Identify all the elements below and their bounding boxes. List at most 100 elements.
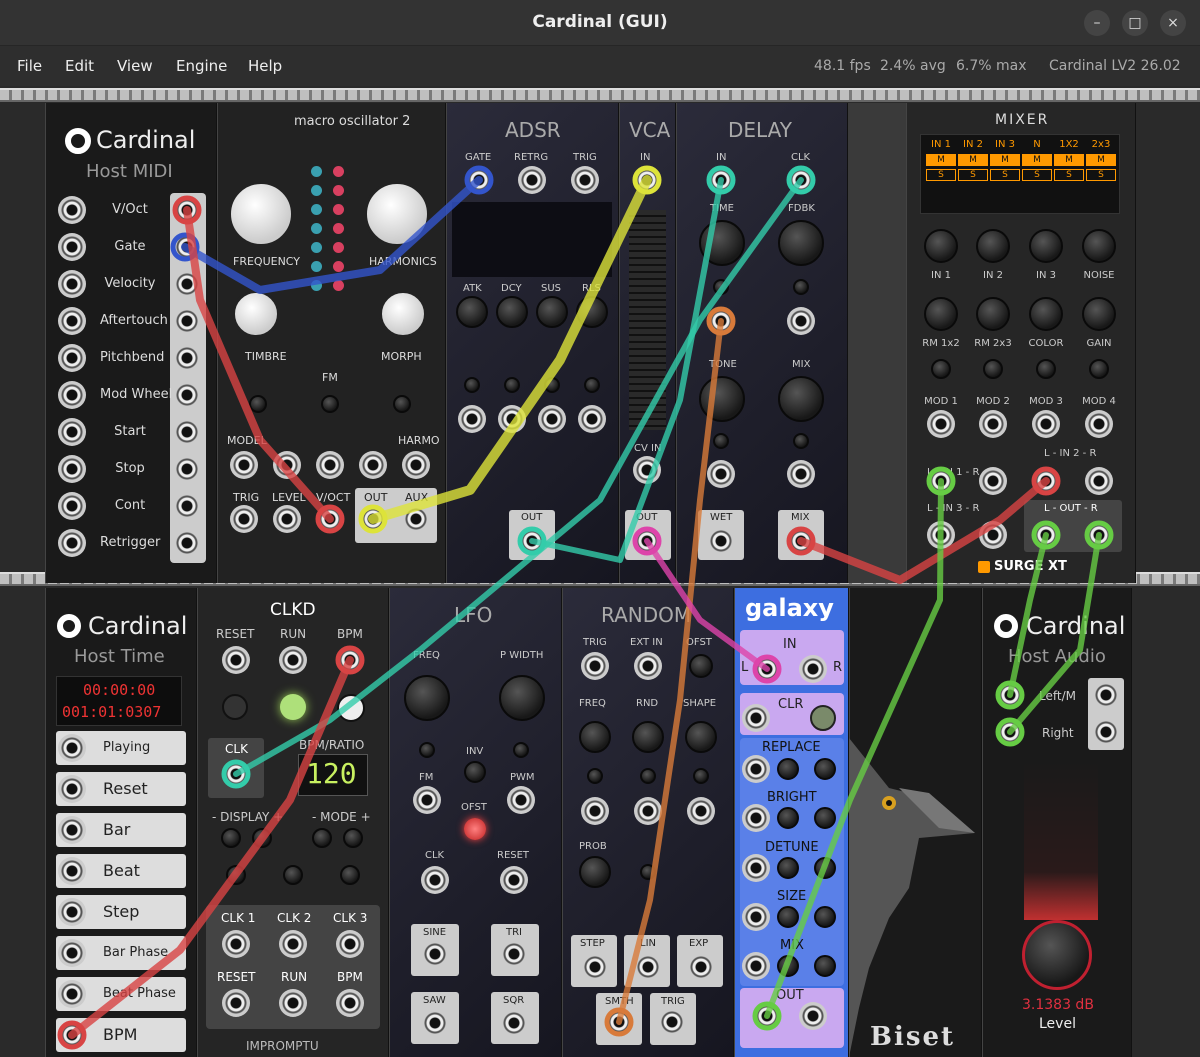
galaxy-knob[interactable] xyxy=(814,857,836,879)
midi-output-jack[interactable] xyxy=(173,270,201,298)
midi-output-jack[interactable] xyxy=(173,307,201,335)
adsr-cv-knob[interactable] xyxy=(544,377,560,393)
galaxy-knob[interactable] xyxy=(777,955,799,977)
mixer-rm-knob[interactable] xyxy=(1082,297,1116,331)
random-jack[interactable] xyxy=(687,953,715,981)
attenuverter-knob[interactable] xyxy=(249,395,267,413)
solo-button[interactable]: S xyxy=(958,169,988,181)
macro-jack[interactable] xyxy=(359,505,387,533)
clkd-knob[interactable] xyxy=(283,865,303,885)
clkd-knob[interactable] xyxy=(340,865,360,885)
random-knob[interactable] xyxy=(685,721,717,753)
midi-output-jack[interactable] xyxy=(173,418,201,446)
midi-output-jack[interactable] xyxy=(173,492,201,520)
galaxy-knob[interactable] xyxy=(777,807,799,829)
lfo-jack[interactable] xyxy=(421,866,449,894)
mixer-audio-jack[interactable] xyxy=(927,467,955,495)
random-ofst-knob[interactable] xyxy=(689,654,713,678)
adsr-gate-jack[interactable] xyxy=(465,166,493,194)
adsr-gate-jack[interactable] xyxy=(571,166,599,194)
pwidth-knob[interactable] xyxy=(499,675,545,721)
vca-in-jack[interactable] xyxy=(633,166,661,194)
time-output-jack[interactable] xyxy=(58,857,86,885)
galaxy-jack[interactable] xyxy=(742,804,770,832)
minimize-button[interactable]: – xyxy=(1084,10,1110,36)
mute-button[interactable]: M xyxy=(1054,154,1084,166)
galaxy-knob[interactable] xyxy=(814,955,836,977)
clkd-jack[interactable] xyxy=(336,646,364,674)
mod-jack[interactable] xyxy=(1085,410,1113,438)
macro-jack[interactable] xyxy=(316,451,344,479)
level-knob[interactable] xyxy=(1022,920,1092,990)
mute-button[interactable]: M xyxy=(958,154,988,166)
galaxy-jack[interactable] xyxy=(799,1002,827,1030)
galaxy-jack[interactable] xyxy=(753,655,781,683)
audio-jack[interactable] xyxy=(1092,681,1120,709)
mod-knob[interactable] xyxy=(1089,359,1109,379)
mixer-audio-jack[interactable] xyxy=(979,467,1007,495)
mixer-audio-jack[interactable] xyxy=(927,521,955,549)
mixer-level-knob[interactable] xyxy=(1082,229,1116,263)
clkd-jack[interactable] xyxy=(279,646,307,674)
midi-output-jack[interactable] xyxy=(173,381,201,409)
menu-file[interactable]: File xyxy=(17,57,42,75)
bpm-button[interactable] xyxy=(337,694,365,722)
delay-cv-knob[interactable] xyxy=(793,433,809,449)
midi-input-jack[interactable] xyxy=(58,381,86,409)
mix-knob[interactable] xyxy=(778,376,824,422)
random-jack[interactable] xyxy=(634,652,662,680)
lfo-jack[interactable] xyxy=(500,940,528,968)
morph-knob[interactable] xyxy=(379,290,427,338)
clkd-jack[interactable] xyxy=(222,760,250,788)
delay-jack[interactable] xyxy=(707,460,735,488)
random-jack[interactable] xyxy=(634,953,662,981)
random-cv-knob[interactable] xyxy=(693,768,709,784)
midi-input-jack[interactable] xyxy=(58,307,86,335)
adsr-cv-knob[interactable] xyxy=(464,377,480,393)
galaxy-jack[interactable] xyxy=(753,1002,781,1030)
midi-output-jack[interactable] xyxy=(173,455,201,483)
macro-jack[interactable] xyxy=(402,505,430,533)
adsr-cv-jack[interactable] xyxy=(458,405,486,433)
midi-input-jack[interactable] xyxy=(58,270,86,298)
clkd-knob[interactable] xyxy=(252,828,272,848)
lfo-jack[interactable] xyxy=(421,940,449,968)
run-button[interactable] xyxy=(280,694,306,720)
clkd-jack[interactable] xyxy=(336,930,364,958)
adsr-gate-jack[interactable] xyxy=(518,166,546,194)
mod-knob[interactable] xyxy=(983,359,1003,379)
time-output-jack[interactable] xyxy=(58,1021,86,1049)
solo-button[interactable]: S xyxy=(990,169,1020,181)
macro-jack[interactable] xyxy=(273,451,301,479)
midi-input-jack[interactable] xyxy=(58,529,86,557)
midi-input-jack[interactable] xyxy=(58,455,86,483)
random-jack[interactable] xyxy=(581,797,609,825)
galaxy-jack[interactable] xyxy=(742,903,770,931)
clr-button[interactable] xyxy=(810,705,836,731)
macro-jack[interactable] xyxy=(273,505,301,533)
audio-jack[interactable] xyxy=(996,681,1024,709)
mixer-audio-jack[interactable] xyxy=(979,521,1007,549)
reset-button[interactable] xyxy=(222,694,248,720)
solo-button[interactable]: S xyxy=(1054,169,1084,181)
random-jack[interactable] xyxy=(634,797,662,825)
midi-output-jack[interactable] xyxy=(173,344,201,372)
adsr-cv-jack[interactable] xyxy=(578,405,606,433)
random-jack[interactable] xyxy=(605,1008,633,1036)
delay-jack[interactable] xyxy=(787,460,815,488)
random-jack[interactable] xyxy=(687,797,715,825)
maximize-button[interactable]: □ xyxy=(1122,10,1148,36)
mod-knob[interactable] xyxy=(931,359,951,379)
delay-jack[interactable] xyxy=(787,527,815,555)
delay-jack[interactable] xyxy=(707,166,735,194)
clkd-jack[interactable] xyxy=(279,930,307,958)
lfo-freq-knob[interactable] xyxy=(404,675,450,721)
midi-input-jack[interactable] xyxy=(58,233,86,261)
mixer-rm-knob[interactable] xyxy=(976,297,1010,331)
delay-jack[interactable] xyxy=(787,166,815,194)
adsr-out-jack[interactable] xyxy=(518,527,546,555)
midi-output-jack[interactable] xyxy=(173,196,201,224)
adsr-cv-jack[interactable] xyxy=(498,405,526,433)
clkd-knob[interactable] xyxy=(312,828,332,848)
delay-cv-knob[interactable] xyxy=(713,433,729,449)
